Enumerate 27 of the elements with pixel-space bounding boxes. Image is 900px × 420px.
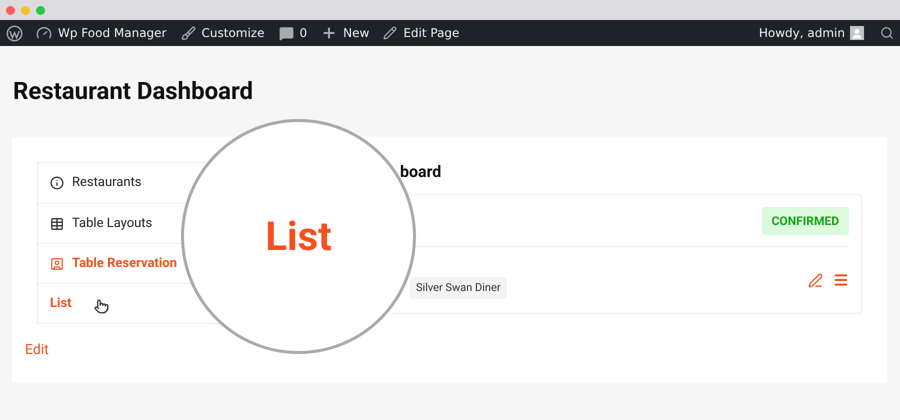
restaurant-tag: Silver Swan Diner (410, 276, 507, 300)
menu-item[interactable]: Restaurants (50, 173, 142, 193)
avatar-icon (850, 26, 864, 40)
status-badge: CONFIRMED (762, 206, 849, 234)
brush-icon (180, 26, 196, 40)
pencil-icon (383, 26, 398, 40)
info-icon (50, 176, 64, 190)
hand-cursor-icon (94, 299, 109, 314)
magnified-text: List (265, 212, 332, 262)
edit-icon[interactable] (808, 272, 823, 288)
account-link[interactable]: Howdy, admin (758, 24, 864, 42)
table-icon (50, 216, 64, 230)
admin-bar-link[interactable]: Edit Page (383, 24, 460, 42)
admin-bar-link[interactable]: Wp Food Manager (36, 24, 166, 42)
comment-icon (278, 26, 294, 40)
search-icon[interactable] (880, 26, 894, 40)
menu-icon[interactable] (833, 272, 849, 288)
admin-bar-link[interactable]: New (321, 24, 370, 42)
page-title: Restaurant Dashboard (13, 76, 254, 106)
gauge-icon (36, 25, 52, 41)
reservation-icon (50, 256, 64, 270)
section-heading: board (399, 162, 442, 182)
wordpress-logo-icon[interactable] (6, 24, 23, 42)
plus-icon (321, 25, 338, 41)
admin-bar-link[interactable]: Customize (180, 24, 264, 42)
menu-item[interactable]: Table Layouts (50, 214, 152, 234)
admin-bar-link[interactable]: 0 (278, 24, 308, 42)
